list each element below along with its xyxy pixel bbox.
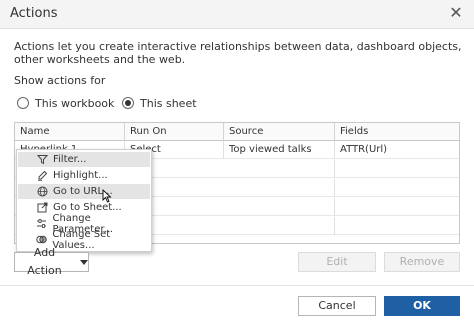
edit-button[interactable]: Edit — [298, 252, 376, 272]
column-header-source[interactable]: Source — [224, 123, 335, 141]
show-actions-label: Show actions for — [14, 74, 106, 87]
close-icon[interactable]: ✕ — [446, 3, 466, 23]
menu-item-go-to-url[interactable]: Go to URL... — [18, 184, 150, 199]
table-header: Name Run On Source Fields — [15, 123, 459, 141]
menu-item-filter[interactable]: Filter... — [18, 152, 150, 167]
menu-item-label: Filter... — [53, 154, 87, 165]
globe-icon — [36, 186, 48, 198]
cancel-button[interactable]: Cancel — [298, 296, 376, 316]
filter-icon — [36, 154, 48, 166]
mouse-pointer-icon — [102, 189, 112, 203]
empty-cell — [335, 160, 459, 178]
menu-item-label: Highlight... — [53, 170, 108, 181]
column-header-fields[interactable]: Fields — [335, 123, 459, 141]
title-bar: Actions ✕ — [0, 0, 474, 29]
menu-item-highlight[interactable]: Highlight... — [18, 168, 150, 183]
actions-description: Actions let you create interactive relat… — [14, 40, 462, 66]
radio-label: This sheet — [140, 96, 197, 110]
window-title: Actions — [10, 6, 58, 21]
go-to-sheet-icon — [36, 202, 48, 214]
column-header-name[interactable]: Name — [15, 123, 125, 141]
highlight-icon — [36, 170, 48, 182]
add-action-label: Add Action — [27, 246, 62, 277]
radio-circle[interactable] — [17, 97, 29, 109]
radio-circle-selected[interactable] — [122, 97, 134, 109]
parameter-icon — [36, 218, 47, 230]
chevron-down-icon — [80, 259, 88, 265]
ok-button[interactable]: OK — [384, 296, 460, 316]
radio-this-workbook[interactable]: This workbook — [17, 95, 114, 111]
cell-source: Top viewed talks — [224, 141, 335, 159]
radio-label: This workbook — [35, 96, 115, 110]
add-action-menu: Filter... Highlight... Go to URL... Go t… — [16, 149, 152, 252]
footer-divider — [0, 285, 474, 286]
empty-cell — [224, 179, 335, 197]
remove-button[interactable]: Remove — [384, 252, 460, 272]
add-action-button[interactable]: Add Action — [14, 246, 89, 277]
empty-cell — [224, 198, 335, 216]
menu-item-label: Go to Sheet... — [53, 202, 122, 213]
empty-cell — [224, 160, 335, 178]
cell-fields: ATTR(Url) — [340, 144, 388, 155]
empty-cell — [224, 217, 335, 235]
column-header-run-on[interactable]: Run On — [125, 123, 224, 141]
radio-this-sheet[interactable]: This sheet — [122, 95, 197, 111]
